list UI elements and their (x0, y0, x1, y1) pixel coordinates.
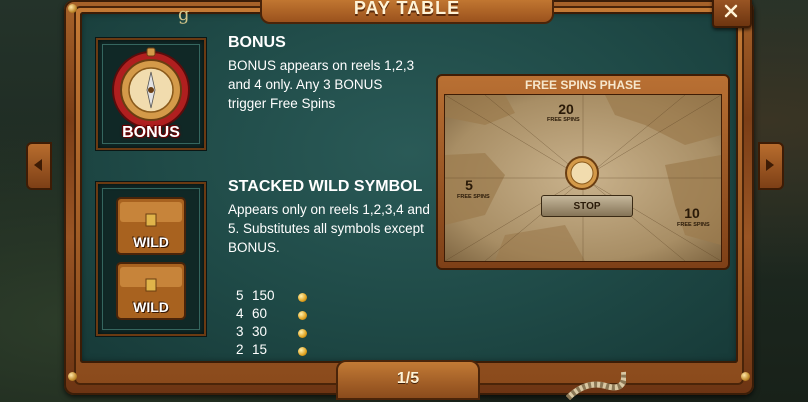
stop-button: STOP (541, 195, 633, 217)
free-spins-panel: FREE SPINS PHASE 20 FREE SPINS 5 FREE SP… (436, 74, 730, 270)
chevron-left-icon (34, 159, 42, 171)
free-spins-option-label: FREE SPINS (547, 117, 580, 123)
bonus-desc-line: and 4 only. Any 3 BONUS (228, 77, 383, 92)
close-icon (724, 4, 738, 18)
title-plate: PAY TABLE (260, 0, 554, 24)
bonus-symbol-label: BONUS (122, 124, 180, 141)
page-title: PAY TABLE (353, 0, 461, 18)
coin-icon (298, 311, 307, 320)
rivet (68, 372, 77, 381)
free-spins-option-label: FREE SPINS (457, 194, 490, 200)
wild-desc-line: BONUS. (228, 240, 280, 255)
coin-icon (298, 329, 307, 338)
wild-desc-line: Appears only on reels 1,2,3,4 and (228, 202, 430, 217)
treasure-map: 20 FREE SPINS 5 FREE SPINS 10 FREE SPINS… (444, 94, 722, 262)
rivet (68, 4, 77, 13)
prev-page-button[interactable] (26, 142, 52, 190)
bonus-symbol-box: BONUS (96, 38, 206, 150)
bonus-desc-line: trigger Free Spins (228, 96, 336, 111)
free-spins-option: 20 (558, 101, 574, 117)
wild-symbol-box: WILD WILD (96, 182, 206, 336)
wild-symbol-label: WILD (133, 234, 169, 250)
bonus-heading: BONUS (228, 34, 286, 51)
pay-count: 5 (236, 288, 244, 303)
pay-value: 30 (252, 324, 268, 339)
pay-value: 60 (252, 306, 268, 321)
wild-symbol-label: WILD (133, 299, 169, 315)
coin-icon (298, 347, 307, 356)
pay-value: 150 (252, 288, 275, 303)
wild-heading: STACKED WILD SYMBOL (228, 178, 423, 195)
close-button[interactable] (712, 0, 752, 28)
bonus-desc-line: BONUS appears on reels 1,2,3 (228, 58, 415, 73)
coin-icon (298, 293, 307, 302)
free-spins-option-label: FREE SPINS (677, 222, 710, 228)
pay-count: 3 (236, 324, 244, 339)
wild-desc-line: 5. Substitutes all symbols except (228, 221, 424, 236)
stop-label: STOP (573, 201, 601, 212)
pay-count: 4 (236, 306, 244, 321)
page-indicator: 1/5 (336, 360, 480, 400)
pay-count: 2 (236, 342, 244, 357)
free-spins-title: FREE SPINS PHASE (524, 78, 642, 92)
pay-value: 15 (252, 342, 268, 357)
map-drawing (445, 95, 721, 261)
chevron-right-icon (766, 159, 774, 171)
free-spins-option: 5 (465, 177, 473, 193)
rope-decoration (566, 371, 626, 400)
next-page-button[interactable] (758, 142, 784, 190)
rivet (741, 372, 750, 381)
page-number: 1/5 (396, 370, 420, 387)
wild-description: Appears only on reels 1,2,3,4 and 5. Sub… (228, 200, 448, 257)
game-logo: g (178, 4, 190, 25)
bonus-description: BONUS appears on reels 1,2,3 and 4 only.… (228, 56, 438, 113)
free-spins-option: 10 (684, 205, 700, 221)
